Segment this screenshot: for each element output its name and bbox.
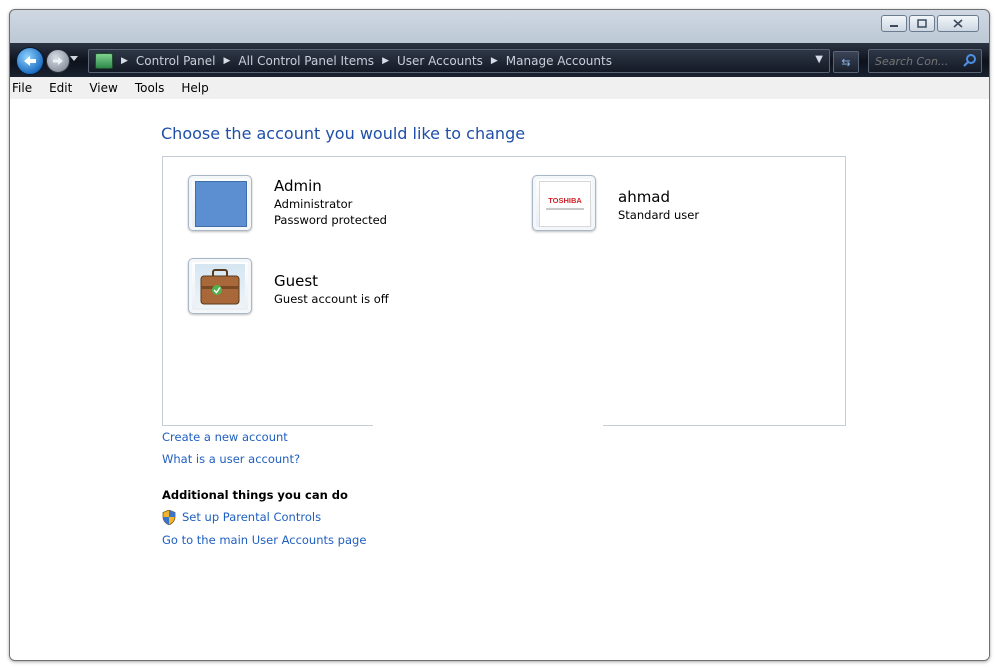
menu-tools[interactable]: Tools — [127, 81, 174, 95]
close-button[interactable] — [937, 15, 979, 32]
briefcase-picture — [195, 264, 245, 308]
refresh-button[interactable]: ⇆ — [833, 51, 859, 73]
refresh-icon: ⇆ — [841, 55, 851, 69]
search-icon[interactable] — [963, 52, 977, 71]
menu-view[interactable]: View — [81, 81, 126, 95]
chevron-right-icon: ▶ — [121, 56, 128, 66]
chevron-right-icon[interactable]: ▶ — [382, 56, 389, 66]
navigation-bar: ▶ Control Panel ▶ All Control Panel Item… — [10, 43, 989, 77]
account-picture — [188, 258, 252, 314]
search-box — [868, 49, 982, 73]
account-status: Guest account is off — [274, 292, 389, 306]
account-picture: TOSHIBA — [532, 175, 596, 231]
what-is-user-account-link[interactable]: What is a user account? — [162, 452, 300, 466]
menu-bar: File Edit View Tools Help — [10, 77, 989, 100]
account-picture — [188, 175, 252, 231]
account-admin[interactable]: Admin Administrator Password protected — [188, 175, 488, 235]
account-name: Admin — [274, 177, 322, 195]
parental-controls-link[interactable]: Set up Parental Controls — [182, 510, 321, 524]
breadcrumb-all-items[interactable]: All Control Panel Items — [238, 54, 374, 68]
menu-edit[interactable]: Edit — [41, 81, 81, 95]
content-pane: Choose the account you would like to cha… — [10, 99, 989, 660]
window-caption-buttons — [881, 15, 979, 32]
breadcrumb-control-panel[interactable]: Control Panel — [136, 54, 216, 68]
chevron-right-icon[interactable]: ▶ — [224, 56, 231, 66]
account-name: Guest — [274, 272, 319, 290]
shield-icon — [162, 509, 176, 529]
toshiba-logo-picture: TOSHIBA — [539, 181, 591, 227]
breadcrumb-segment: ▶ Manage Accounts — [491, 54, 612, 68]
menu-file[interactable]: File — [10, 81, 41, 95]
forward-button[interactable] — [46, 49, 70, 73]
page-title: Choose the account you would like to cha… — [161, 124, 526, 143]
forward-arrow-icon — [53, 57, 63, 65]
address-bar[interactable]: ▶ Control Panel ▶ All Control Panel Item… — [88, 49, 830, 73]
search-input[interactable] — [873, 52, 959, 70]
chevron-right-icon[interactable]: ▶ — [491, 56, 498, 66]
menu-help[interactable]: Help — [173, 81, 217, 95]
back-button[interactable] — [16, 47, 44, 75]
svg-text:TOSHIBA: TOSHIBA — [548, 196, 582, 205]
account-ahmad[interactable]: TOSHIBA ahmad Standard user — [532, 175, 832, 235]
close-icon — [953, 19, 963, 28]
breadcrumb: ▶ Control Panel — [121, 54, 216, 68]
account-guest[interactable]: Guest Guest account is off — [188, 258, 488, 318]
breadcrumb-user-accounts[interactable]: User Accounts — [397, 54, 483, 68]
account-name: ahmad — [618, 188, 671, 206]
main-user-accounts-link[interactable]: Go to the main User Accounts page — [162, 533, 366, 547]
create-account-link[interactable]: Create a new account — [162, 430, 288, 444]
minimize-button[interactable] — [881, 15, 907, 32]
maximize-button[interactable] — [909, 15, 935, 32]
toshiba-logo-icon: TOSHIBA — [546, 196, 584, 210]
address-dropdown-icon[interactable]: ▼ — [815, 54, 823, 65]
minimize-icon — [890, 24, 898, 27]
maximize-icon — [917, 19, 927, 28]
accounts-list: Admin Administrator Password protected T… — [162, 156, 846, 427]
additional-things-heading: Additional things you can do — [162, 488, 348, 502]
explorer-window: ▶ Control Panel ▶ All Control Panel Item… — [9, 9, 990, 661]
account-type: Standard user — [618, 208, 700, 222]
breadcrumb-manage-accounts[interactable]: Manage Accounts — [506, 54, 612, 68]
breadcrumb-segment: ▶ User Accounts — [382, 54, 483, 68]
recent-pages-dropdown-icon[interactable] — [70, 56, 78, 62]
back-arrow-icon — [24, 56, 36, 66]
box-border-gap — [373, 421, 603, 427]
control-panel-icon — [95, 53, 113, 69]
breadcrumb-segment: ▶ All Control Panel Items — [224, 54, 375, 68]
account-type: Administrator — [274, 197, 353, 211]
account-status: Password protected — [274, 213, 387, 227]
blue-square-picture — [195, 181, 247, 227]
briefcase-icon — [200, 269, 240, 305]
